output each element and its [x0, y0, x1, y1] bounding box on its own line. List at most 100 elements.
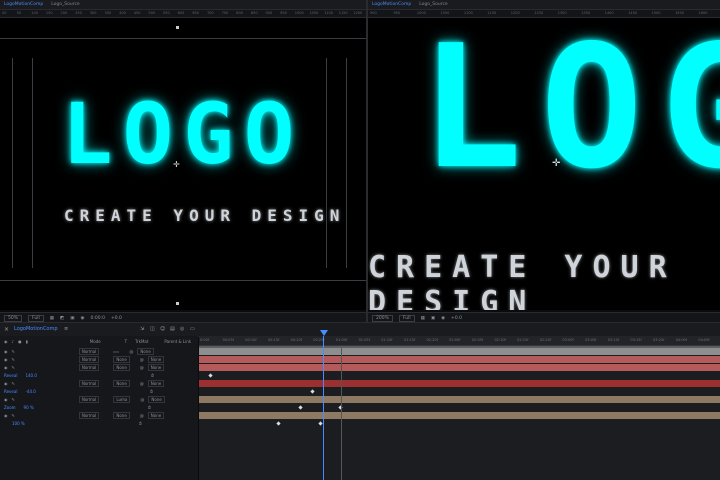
region-icon[interactable]: ▣: [70, 316, 74, 321]
layer-duration-bar[interactable]: [199, 364, 720, 371]
property-row[interactable]: 100 % ⏱: [4, 420, 142, 427]
fx-icon[interactable]: ✎: [12, 397, 15, 402]
property-track[interactable]: [199, 372, 720, 379]
graph-editor-icon[interactable]: ▭: [190, 326, 195, 332]
visibility-icon[interactable]: ◉: [4, 349, 8, 354]
property-row[interactable]: Reveal -44.0 ⏱: [4, 388, 153, 395]
layer-duration-bar[interactable]: [199, 356, 720, 363]
resolution-select-right[interactable]: Full: [398, 314, 415, 322]
playhead-handle[interactable]: [320, 330, 328, 336]
fx-icon[interactable]: ✎: [12, 365, 15, 370]
grid-icon[interactable]: ▦: [50, 316, 54, 321]
property-value[interactable]: 90 %: [24, 405, 34, 410]
visibility-icon[interactable]: ◉: [4, 413, 8, 418]
parent-select[interactable]: None: [147, 356, 165, 363]
layer-duration-bar[interactable]: [199, 348, 720, 355]
pickwhip-icon[interactable]: @: [140, 357, 144, 362]
trkmat-select[interactable]: None: [113, 380, 130, 387]
pickwhip-icon[interactable]: @: [140, 413, 144, 418]
mode-select[interactable]: Normal: [78, 380, 100, 387]
playhead[interactable]: [323, 336, 324, 480]
tab-logomotioncomp[interactable]: LogoMotionComp: [4, 2, 43, 7]
fx-icon[interactable]: ✎: [12, 413, 15, 418]
anchor-handle-bottom[interactable]: [176, 302, 179, 305]
camera-icon-right[interactable]: ◉: [441, 316, 445, 321]
visibility-icon[interactable]: ◉: [4, 381, 8, 386]
property-row[interactable]: Reveal 140.0 ⏱: [4, 372, 154, 379]
timeline-tracks[interactable]: 0:00f 00:05f 00:10f 00:15f 00:20f 00:25f 01:00…: [199, 330, 720, 480]
pickwhip-icon[interactable]: @: [129, 349, 133, 354]
visibility-icon[interactable]: ◉: [4, 357, 8, 362]
trkmat-select[interactable]: Luma: [113, 396, 131, 403]
mode-select[interactable]: Normal: [78, 348, 100, 355]
mode-select[interactable]: Normal: [78, 364, 100, 371]
anchor-point-icon[interactable]: ✛: [173, 160, 180, 169]
parent-select[interactable]: None: [148, 396, 165, 403]
fx-icon[interactable]: ✎: [12, 357, 15, 362]
property-track[interactable]: [199, 404, 720, 411]
timecode[interactable]: 0:00:0: [90, 316, 104, 321]
pickwhip-icon[interactable]: @: [140, 397, 144, 402]
mode-select[interactable]: Normal: [78, 412, 100, 419]
property-value[interactable]: 140.0: [25, 373, 36, 378]
region-icon-right[interactable]: ▣: [431, 316, 435, 321]
layer-row[interactable]: ◉ ✎ Normal None @ None: [4, 412, 165, 419]
layer-duration-bar[interactable]: [199, 412, 720, 419]
stopwatch-icon[interactable]: ⏱: [148, 405, 151, 410]
layer-duration-bar[interactable]: [199, 396, 720, 403]
visibility-icon[interactable]: ◉: [4, 339, 8, 344]
layer-row[interactable]: ◉ ✎ Normal @ None: [4, 348, 154, 355]
stopwatch-icon[interactable]: ⏱: [150, 389, 153, 394]
solo-icon[interactable]: ●: [18, 339, 22, 344]
parent-select[interactable]: None: [137, 348, 154, 355]
visibility-icon[interactable]: ◉: [4, 397, 8, 402]
right-composition-viewer[interactable]: LOGO CREATE YOUR DESIGN ✛: [368, 18, 720, 310]
frame-blend-icon[interactable]: ▤: [170, 326, 175, 332]
mode-select[interactable]: Normal: [78, 356, 100, 363]
close-icon[interactable]: ×: [4, 326, 9, 333]
mask-icon[interactable]: ◩: [60, 316, 64, 321]
grid-icon-right[interactable]: ▦: [421, 316, 425, 321]
timeline-tab[interactable]: LogoMotionComp: [14, 326, 58, 332]
trkmat-select[interactable]: [113, 350, 120, 353]
layer-row[interactable]: ◉ ✎ Normal None @ None: [4, 356, 165, 363]
visibility-icon[interactable]: ◉: [4, 365, 8, 370]
tab-logo-source[interactable]: Logo_Source: [51, 2, 80, 7]
tab-logo-source-right[interactable]: Logo_Source: [419, 2, 448, 7]
left-composition-viewer[interactable]: LOGO CREATE YOUR DESIGN ✛: [0, 18, 366, 310]
zoom-select[interactable]: 50%: [4, 314, 23, 322]
motion-blur-icon[interactable]: ◎: [180, 326, 184, 332]
trkmat-select[interactable]: None: [113, 364, 130, 371]
property-value[interactable]: 100 %: [12, 421, 25, 426]
camera-icon[interactable]: ◉: [81, 316, 85, 321]
pickwhip-icon[interactable]: @: [140, 381, 144, 386]
anchor-handle-top[interactable]: [176, 26, 179, 29]
layer-row[interactable]: ◉ ✎ Normal Luma @ None: [4, 396, 165, 403]
parent-select[interactable]: None: [147, 364, 165, 371]
property-track[interactable]: [199, 388, 720, 395]
draft-3d-icon[interactable]: ◫: [150, 326, 155, 332]
resolution-select[interactable]: Full: [28, 314, 44, 322]
property-value[interactable]: -44.0: [25, 389, 35, 394]
fx-icon[interactable]: ✎: [12, 349, 15, 354]
exposure-value-right[interactable]: +0.0: [451, 316, 462, 321]
layer-row[interactable]: ◉ ✎ Normal None @ None: [4, 380, 165, 387]
parent-select[interactable]: None: [147, 380, 165, 387]
menu-icon[interactable]: ≡: [64, 326, 68, 332]
parent-select[interactable]: None: [147, 412, 165, 419]
stopwatch-icon[interactable]: ⏱: [139, 421, 142, 426]
exposure-value[interactable]: +0.0: [111, 316, 122, 321]
time-ruler[interactable]: 0:00f 00:05f 00:10f 00:15f 00:20f 00:25f 01:00…: [199, 336, 720, 346]
mode-select[interactable]: Normal: [78, 396, 100, 403]
anchor-point-icon-zoomed[interactable]: ✛: [552, 158, 560, 169]
tab-logomotioncomp-right[interactable]: LogoMotionComp: [372, 2, 411, 7]
fx-icon[interactable]: ✎: [12, 381, 15, 386]
zoom-select-right[interactable]: 200%: [372, 314, 393, 322]
pickwhip-icon[interactable]: @: [140, 365, 144, 370]
property-row[interactable]: Zoom 90 % ⏱: [4, 404, 151, 411]
audio-icon[interactable]: ♪: [12, 339, 15, 344]
stopwatch-icon[interactable]: ⏱: [151, 373, 154, 378]
composition-mini-flowchart-icon[interactable]: ⇲: [140, 326, 144, 332]
layer-row[interactable]: ◉ ✎ Normal None @ None: [4, 364, 165, 371]
layer-duration-bar[interactable]: [199, 380, 720, 387]
